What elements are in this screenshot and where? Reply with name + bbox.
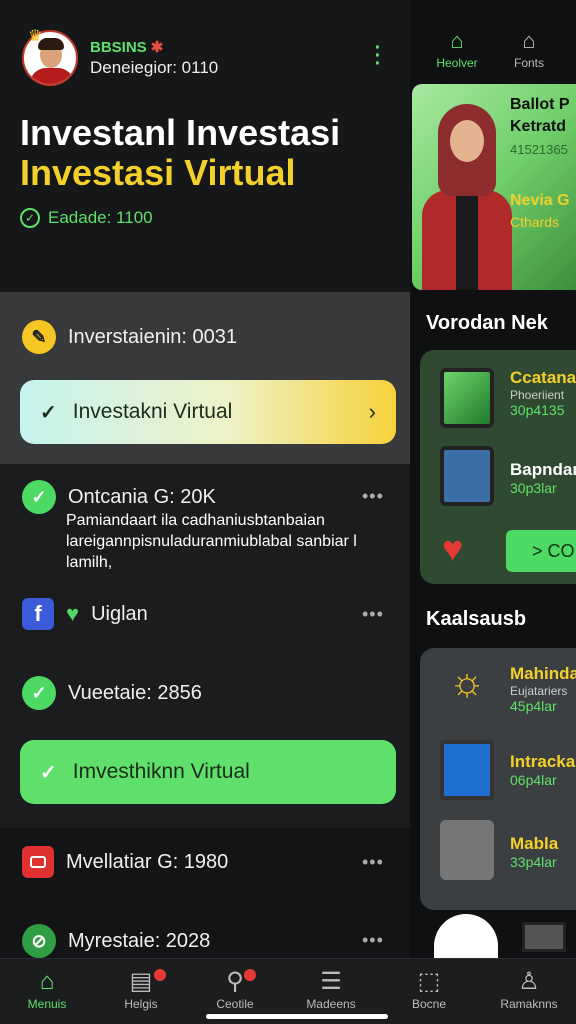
main-pane: ♛ BBSINS ✱ Deneiegior: 0110 · · · Investanl… [0, 0, 410, 960]
list-item[interactable]: f ♥ Uiglan [22, 598, 148, 630]
more-options-icon[interactable]: · · · [372, 38, 384, 74]
list-item[interactable]: ✓ Ontcania G: 20K [22, 480, 216, 514]
check-circle-icon: ✓ [22, 480, 56, 514]
side-tabs: ⌂ Heolver ⌂ Fonts [416, 28, 576, 86]
continue-button[interactable]: > CO [506, 530, 576, 572]
hero-section: ♛ BBSINS ✱ Deneiegior: 0110 · · · Investanl… [0, 0, 410, 292]
list-item[interactable]: Mvellatiar G: 1980 [22, 846, 228, 878]
pencil-icon: ✎ [22, 320, 56, 354]
virtual-investment-green-button[interactable]: ✓ Imvesthiknn Virtual [20, 740, 396, 804]
check-icon: ✓ [40, 401, 57, 424]
check-circle-icon: ✓ [22, 676, 56, 710]
section-title: Kaalsausb [426, 608, 527, 630]
hero-subtitle: Investasi Virtual [20, 152, 296, 193]
product-card[interactable]: ☼ Mahinda Eujatariers 45p4lar Intracka 0… [420, 648, 576, 910]
brand-name: BBSINS ✱ [90, 39, 164, 56]
nav-bocne[interactable]: ⬚ Bocne [384, 967, 474, 1011]
nav-helgis[interactable]: ▤ Helgis [96, 967, 186, 1011]
monitor-icon [440, 740, 494, 800]
investment-row[interactable]: ✎ Inverstaienin: 0031 [22, 320, 237, 354]
agent-portrait [418, 102, 514, 290]
box-icon: ⬚ [417, 968, 441, 995]
star-icon: ✱ [150, 39, 164, 56]
more-icon[interactable]: ••• [362, 604, 384, 625]
tablet-icon [440, 446, 494, 506]
chevron-right-icon: › [368, 399, 376, 424]
promo-card[interactable]: Ballot P Ketratd 41521365 Nevia G Cthard… [412, 84, 576, 290]
virtual-investment-button[interactable]: ✓ Investakni Virtual › [20, 380, 396, 444]
house-icon: ⌂ [522, 28, 536, 53]
tv-icon [22, 846, 54, 878]
nav-ramaknns[interactable]: ♙ Ramaknns [484, 967, 574, 1011]
side-pane: ⌂ Heolver ⌂ Fonts Ballot P Ketratd 41521… [410, 0, 576, 960]
profile-subline: Deneiegior: 0110 [90, 58, 219, 77]
home-icon: ⌂ [450, 28, 464, 53]
check-icon: ✓ [40, 761, 57, 784]
more-icon[interactable]: ••• [362, 486, 384, 507]
hero-title: Investanl Investasi [20, 112, 341, 153]
hero-badge: ✓ Eadade: 1100 [20, 208, 153, 228]
trophy-icon: ☼ [448, 660, 486, 704]
document-icon: ▤ [129, 968, 153, 995]
tab-home[interactable]: ⌂ Heolver [422, 28, 492, 70]
list-item[interactable]: ✓ Vueetaie: 2856 [22, 676, 202, 710]
more-icon[interactable]: ••• [362, 930, 384, 951]
more-icon[interactable]: ••• [362, 852, 384, 873]
search-icon: ⚲ [226, 968, 244, 995]
home-icon: ⌂ [39, 968, 55, 995]
check-circle-icon: ✓ [20, 208, 40, 228]
list-item[interactable]: ⊘ Myrestaie: 2028 [22, 924, 210, 958]
person-icon: ♙ [518, 968, 540, 995]
heart-icon[interactable]: ♥ [442, 528, 463, 570]
laptop-icon [522, 922, 566, 952]
avatar[interactable] [434, 914, 498, 958]
notification-badge [244, 969, 256, 981]
crown-icon: ♛ [28, 28, 43, 45]
section-title: Vorodan Nek [426, 312, 548, 334]
home-indicator [206, 1014, 388, 1019]
list-icon: ☰ [320, 968, 342, 995]
notification-badge [154, 969, 166, 981]
leaf-icon: ⊘ [22, 924, 56, 958]
nav-madeens[interactable]: ☰ Madeens [286, 967, 376, 1011]
nav-menus[interactable]: ⌂ Menuis [2, 967, 92, 1011]
tab-fonts[interactable]: ⌂ Fonts [494, 28, 564, 70]
item-description: Pamiandaart ila cadhaniusbtanbaian larei… [66, 512, 357, 571]
heart-icon: ♥ [66, 601, 80, 626]
speaker-icon [440, 820, 494, 880]
facebook-icon: f [22, 598, 54, 630]
nav-ceotile[interactable]: ⚲ Ceotile [190, 967, 280, 1011]
phone-icon [440, 368, 494, 428]
